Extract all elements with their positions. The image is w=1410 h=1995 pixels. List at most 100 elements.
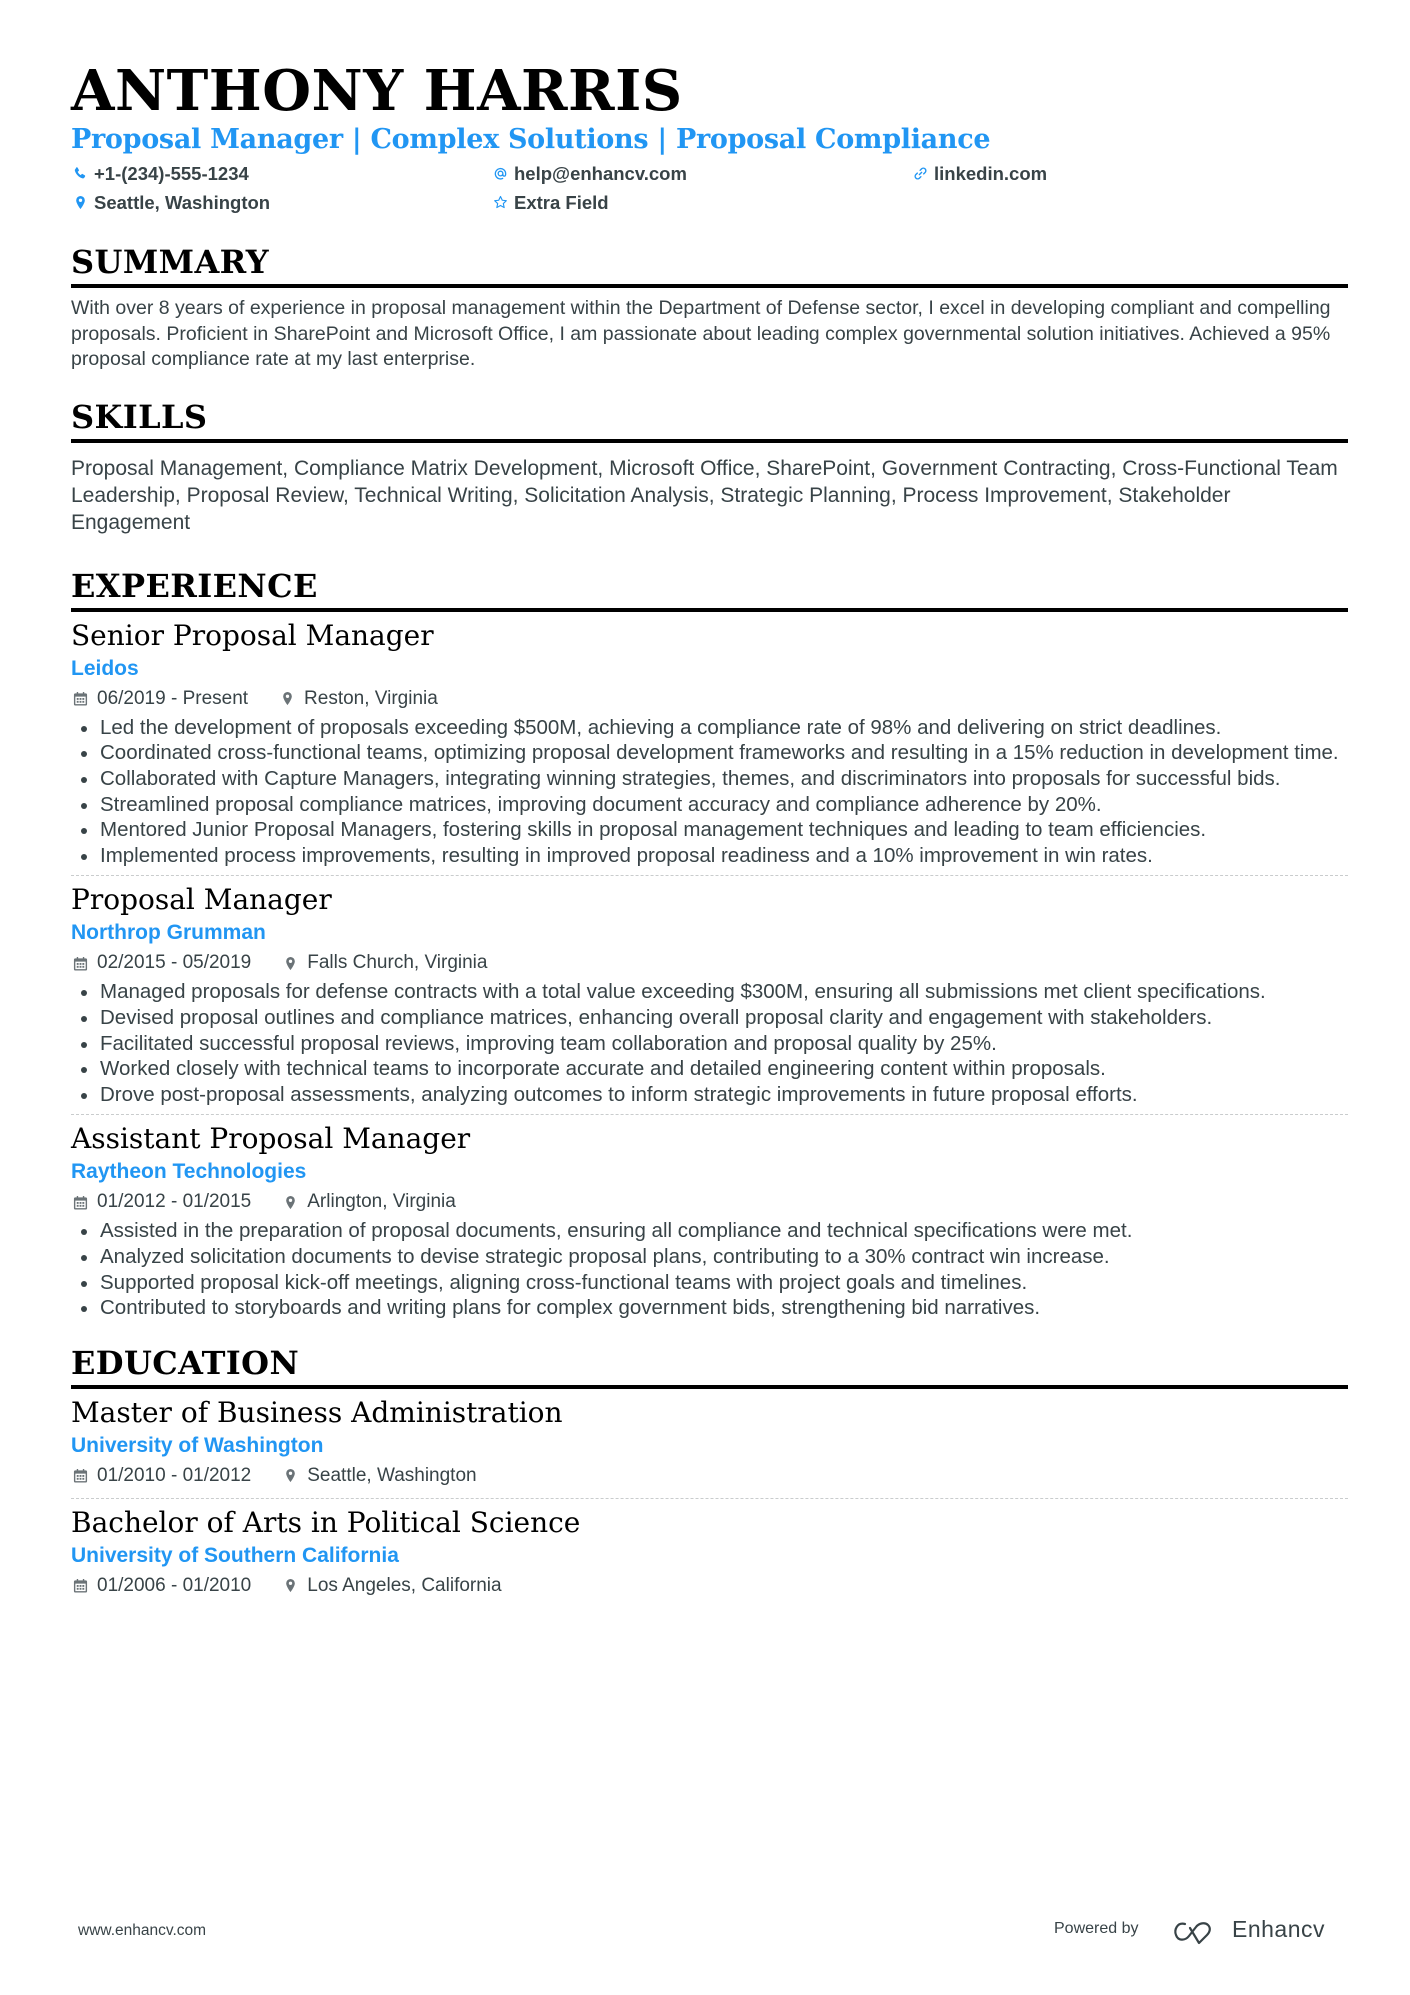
candidate-headline: Proposal Manager | Complex Solutions | P… (71, 124, 991, 155)
location-pin-icon (71, 194, 89, 212)
job-location: Los Angeles, California (281, 1571, 502, 1601)
job-dates: 01/2012 - 01/2015 (71, 1187, 251, 1217)
job-dates-text: 01/2010 - 01/2012 (97, 1464, 252, 1486)
enhancv-brand-name: Enhancv (1232, 1916, 1326, 1942)
experience-section: EXPERIENCE Senior Proposal Manager Leido… (71, 566, 1348, 1321)
job-location-text: Reston, Virginia (304, 687, 438, 709)
job-dates: 01/2010 - 01/2012 (71, 1461, 251, 1491)
calendar-icon (71, 1467, 89, 1485)
footer-website-link[interactable]: www.enhancv.com (78, 1922, 206, 1940)
contact-linkedin-text: linkedin.com (934, 163, 1048, 184)
education-section: EDUCATION Master of Business Administrat… (71, 1343, 1348, 1601)
achievement-bullet: Supported proposal kick-off meetings, al… (71, 1270, 1348, 1296)
job-title: Assistant Proposal Manager (71, 1122, 471, 1156)
resume-header: ANTHONY HARRIS Proposal Manager | Comple… (71, 58, 1348, 216)
experience-entry: Senior Proposal Manager Leidos 06/2019 -… (71, 612, 1348, 869)
achievement-bullet: Coordinated cross-functional teams, opti… (71, 740, 1348, 766)
candidate-name: ANTHONY HARRIS (71, 58, 683, 124)
experience-entry: Assistant Proposal Manager Raytheon Tech… (71, 1115, 1348, 1320)
job-meta: 06/2019 - Present Reston, Virginia (71, 684, 1348, 714)
achievement-bullet: Devised proposal outlines and compliance… (71, 1005, 1348, 1031)
location-pin-icon (281, 1193, 299, 1211)
location-pin-icon (281, 954, 299, 972)
job-location: Falls Church, Virginia (281, 948, 487, 978)
job-location-text: Los Angeles, California (307, 1574, 502, 1596)
section-title-experience: EXPERIENCE (71, 566, 318, 605)
job-location-text: Falls Church, Virginia (307, 952, 488, 974)
achievement-bullet: Worked closely with technical teams to i… (71, 1056, 1348, 1082)
achievement-bullet: Assisted in the preparation of proposal … (71, 1218, 1348, 1244)
company-name: Raytheon Technologies (71, 1160, 307, 1184)
phone-icon (71, 165, 89, 183)
job-location-text: Seattle, Washington (307, 1464, 477, 1486)
education-list: Master of Business Administration Univer… (71, 1389, 1348, 1601)
location-pin-icon (281, 1467, 299, 1485)
achievement-bullet: Streamlined proposal compliance matrices… (71, 792, 1348, 818)
achievement-bullet: Analyzed solicitation documents to devis… (71, 1244, 1348, 1270)
skills-section: SKILLS Proposal Management, Compliance M… (71, 397, 1348, 536)
job-location: Reston, Virginia (278, 684, 438, 714)
achievement-bullet: Mentored Junior Proposal Managers, foste… (71, 817, 1348, 843)
experience-entry: Proposal Manager Northrop Grumman 02/201… (71, 876, 1348, 1107)
contact-phone-text: +1-(234)-555-1234 (94, 163, 249, 184)
education-entry: Master of Business Administration Univer… (71, 1389, 1348, 1491)
job-location: Arlington, Virginia (281, 1187, 456, 1217)
contact-info: +1-(234)-555-1234 help@enhancv.com linke… (71, 160, 1348, 216)
section-divider (71, 438, 1348, 443)
calendar-icon (71, 954, 89, 972)
contact-phone[interactable]: +1-(234)-555-1234 (71, 160, 491, 187)
summary-text: With over 8 years of experience in propo… (71, 297, 1331, 371)
job-location: Seattle, Washington (281, 1461, 477, 1491)
achievement-bullet: Led the development of proposals exceedi… (71, 715, 1348, 741)
job-dates-text: 06/2019 - Present (97, 687, 249, 709)
experience-list: Senior Proposal Manager Leidos 06/2019 -… (71, 612, 1348, 1321)
achievement-bullet: Collaborated with Capture Managers, inte… (71, 766, 1348, 792)
company-name: Leidos (71, 656, 139, 680)
contact-extra-text: Extra Field (514, 192, 609, 213)
job-achievements: Assisted in the preparation of proposal … (71, 1218, 1348, 1320)
section-title-summary: SUMMARY (71, 243, 269, 281)
company-name: Northrop Grumman (71, 921, 266, 945)
location-pin-icon (278, 690, 296, 708)
calendar-icon (71, 690, 89, 708)
contact-email-text: help@enhancv.com (514, 163, 687, 184)
job-location-text: Arlington, Virginia (307, 1191, 456, 1213)
contact-extra-field: Extra Field (491, 189, 911, 216)
location-pin-icon (281, 1577, 299, 1595)
education-entry: Bachelor of Arts in Political Science Un… (71, 1499, 1348, 1601)
enhancv-logo-icon (1172, 1918, 1222, 1946)
job-dates-text: 02/2015 - 05/2019 (97, 952, 252, 974)
job-dates: 02/2015 - 05/2019 (71, 948, 251, 978)
summary-section: SUMMARY With over 8 years of experience … (71, 242, 1348, 373)
calendar-icon (71, 1193, 89, 1211)
school-name: University of Washington (71, 1433, 324, 1457)
star-icon (491, 194, 509, 212)
job-meta: 02/2015 - 05/2019 Falls Church, Virginia (71, 948, 1348, 978)
job-achievements: Managed proposals for defense contracts … (71, 979, 1348, 1107)
contact-location: Seattle, Washington (71, 189, 491, 216)
job-achievements: Led the development of proposals exceedi… (71, 715, 1348, 869)
section-title-education: EDUCATION (71, 1343, 300, 1382)
contact-location-text: Seattle, Washington (94, 192, 271, 213)
job-title: Proposal Manager (71, 883, 332, 917)
powered-by-label: Powered by (1054, 1920, 1139, 1937)
achievement-bullet: Drove post-proposal assessments, analyzi… (71, 1082, 1348, 1108)
job-meta: 01/2010 - 01/2012 Seattle, Washington (71, 1461, 1348, 1491)
job-meta: 01/2012 - 01/2015 Arlington, Virginia (71, 1187, 1348, 1217)
job-title: Senior Proposal Manager (71, 618, 434, 652)
job-dates-text: 01/2006 - 01/2010 (97, 1574, 252, 1596)
school-name: University of Southern California (71, 1543, 399, 1567)
job-dates: 06/2019 - Present (71, 684, 248, 714)
achievement-bullet: Contributed to storyboards and writing p… (71, 1295, 1348, 1321)
degree-title: Bachelor of Arts in Political Science (71, 1505, 581, 1539)
job-meta: 01/2006 - 01/2010 Los Angeles, Californi… (71, 1571, 1348, 1601)
job-dates-text: 01/2012 - 01/2015 (97, 1191, 252, 1213)
contact-linkedin[interactable]: linkedin.com (911, 160, 1331, 187)
achievement-bullet: Managed proposals for defense contracts … (71, 979, 1348, 1005)
achievement-bullet: Implemented process improvements, result… (71, 843, 1348, 869)
degree-title: Master of Business Administration (71, 1395, 563, 1429)
achievement-bullet: Facilitated successful proposal reviews,… (71, 1031, 1348, 1057)
resume-page: ANTHONY HARRIS Proposal Manager | Comple… (71, 58, 1348, 1601)
at-icon (491, 165, 509, 183)
contact-email[interactable]: help@enhancv.com (491, 160, 911, 187)
